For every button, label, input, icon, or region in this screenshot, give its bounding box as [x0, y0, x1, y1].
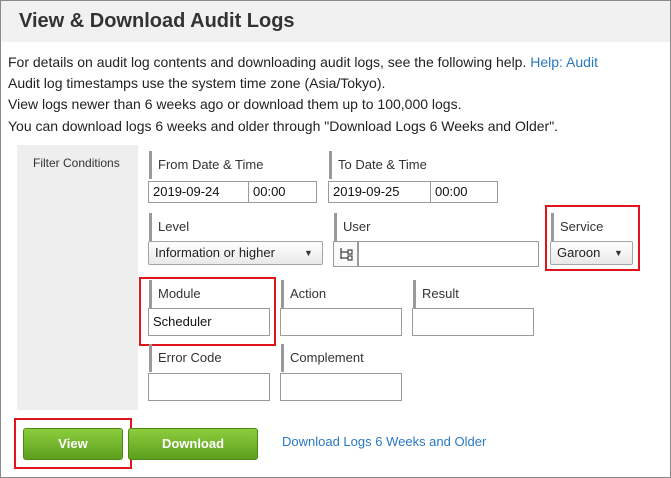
download-button[interactable]: Download	[128, 428, 258, 460]
from-time-input[interactable]: 00:00	[248, 181, 317, 203]
timezone-info-line: Audit log timestamps use the system time…	[8, 75, 386, 91]
result-input[interactable]	[412, 308, 534, 336]
user-label: User	[334, 213, 370, 241]
level-label: Level	[149, 213, 189, 241]
triangle-down-icon: ▼	[304, 248, 313, 258]
action-label: Action	[281, 280, 326, 308]
service-highlight-frame	[545, 205, 640, 271]
action-input[interactable]	[280, 308, 402, 336]
help-info-line: For details on audit log contents and do…	[8, 53, 598, 71]
help-audit-link[interactable]: Help: Audit	[530, 54, 598, 70]
download-old-logs-link[interactable]: Download Logs 6 Weeks and Older	[282, 434, 486, 449]
module-highlight-frame	[139, 277, 276, 346]
org-tree-icon[interactable]	[333, 241, 358, 267]
to-date-time-label: To Date & Time	[329, 151, 427, 179]
to-time-input[interactable]: 00:00	[430, 181, 498, 203]
to-date-input[interactable]: 2019-09-25	[328, 181, 431, 203]
help-info-text: For details on audit log contents and do…	[8, 54, 527, 70]
filter-conditions-panel	[17, 145, 138, 410]
title-bar: View & Download Audit Logs	[1, 1, 670, 42]
from-date-time-label: From Date & Time	[149, 151, 263, 179]
error-code-label: Error Code	[149, 344, 222, 372]
view-highlight-frame	[14, 418, 132, 469]
complement-input[interactable]	[280, 373, 402, 401]
level-select-value: Information or higher	[155, 245, 275, 260]
from-date-input[interactable]: 2019-09-24	[148, 181, 249, 203]
view-limit-info-line: View logs newer than 6 weeks ago or down…	[8, 96, 462, 112]
filter-conditions-label: Filter Conditions	[33, 156, 120, 170]
old-logs-info-line: You can download logs 6 weeks and older …	[8, 118, 559, 134]
complement-label: Complement	[281, 344, 364, 372]
result-label: Result	[413, 280, 459, 308]
user-input[interactable]	[358, 241, 539, 267]
page-title: View & Download Audit Logs	[19, 10, 295, 32]
error-code-input[interactable]	[148, 373, 270, 401]
level-select[interactable]: Information or higher ▼	[148, 241, 323, 265]
